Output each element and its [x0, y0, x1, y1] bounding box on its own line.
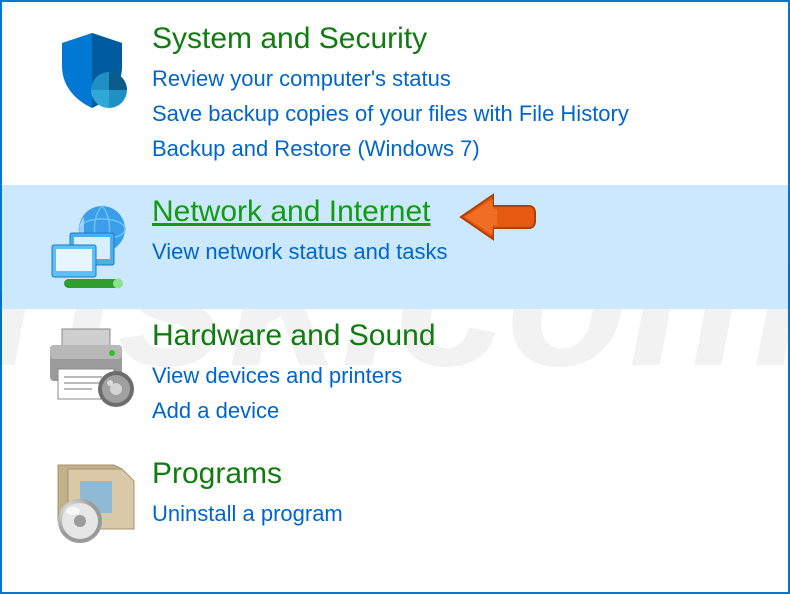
- network-icon: [32, 195, 152, 291]
- heading-system-security[interactable]: System and Security: [152, 22, 427, 56]
- heading-programs[interactable]: Programs: [152, 457, 282, 491]
- category-hardware-sound: Hardware and Sound View devices and prin…: [2, 309, 788, 447]
- heading-network-internet[interactable]: Network and Internet: [152, 195, 430, 229]
- link-add-device[interactable]: Add a device: [152, 394, 758, 427]
- link-devices-printers[interactable]: View devices and printers: [152, 359, 758, 392]
- category-programs: Programs Uninstall a program: [2, 447, 788, 565]
- category-network-internet[interactable]: Network and Internet View network status…: [2, 185, 788, 309]
- link-uninstall-program[interactable]: Uninstall a program: [152, 497, 758, 530]
- programs-icon: [32, 457, 152, 547]
- link-backup-restore[interactable]: Backup and Restore (Windows 7): [152, 132, 758, 165]
- printer-icon: [32, 319, 152, 411]
- pointer-arrow-icon: [457, 189, 537, 250]
- link-review-status[interactable]: Review your computer's status: [152, 62, 758, 95]
- category-system-security: System and Security Review your computer…: [2, 12, 788, 185]
- link-file-history[interactable]: Save backup copies of your files with Fi…: [152, 97, 758, 130]
- heading-hardware-sound[interactable]: Hardware and Sound: [152, 319, 436, 353]
- link-network-status[interactable]: View network status and tasks: [152, 235, 758, 268]
- shield-icon: [32, 22, 152, 118]
